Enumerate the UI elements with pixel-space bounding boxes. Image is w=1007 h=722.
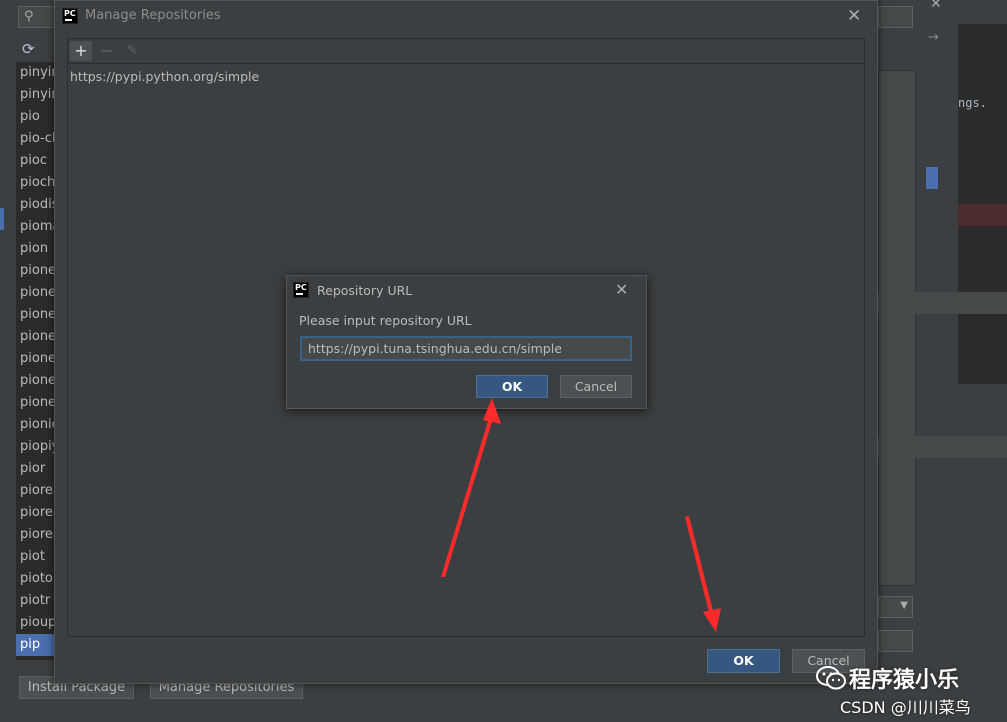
package-list-item[interactable]: piotr bbox=[16, 590, 56, 612]
package-list-item[interactable]: pioc bbox=[16, 150, 56, 172]
watermark: 程序猿小乐 CSDN @川川菜鸟 bbox=[816, 660, 1007, 722]
package-list-item[interactable]: pioup bbox=[16, 612, 56, 634]
watermark-author: CSDN @川川菜鸟 bbox=[840, 698, 971, 717]
package-list-item[interactable]: pionic bbox=[16, 414, 56, 436]
ok-button[interactable]: OK bbox=[707, 649, 780, 673]
chevron-down-icon: ▼ bbox=[900, 600, 908, 611]
package-list-item[interactable]: pip bbox=[16, 634, 56, 656]
options-field[interactable] bbox=[878, 630, 913, 652]
repository-url-dialog: PC Repository URL ✕ Please input reposit… bbox=[286, 275, 647, 409]
refresh-icon[interactable]: ⟳ bbox=[22, 40, 35, 58]
package-list[interactable]: pinyinpinyinpiopio-clpiocpiochrpiodispio… bbox=[16, 62, 56, 660]
error-highlight-line bbox=[958, 204, 1007, 226]
watermark-name: 程序猿小乐 bbox=[849, 668, 960, 693]
package-list-item[interactable]: piopiy bbox=[16, 436, 56, 458]
package-list-item[interactable]: piorea bbox=[16, 502, 56, 524]
package-list-item[interactable]: pione bbox=[16, 260, 56, 282]
panel-strip bbox=[878, 436, 1007, 458]
package-list-item[interactable]: piochr bbox=[16, 172, 56, 194]
pycharm-logo-icon: PC bbox=[62, 8, 78, 24]
package-list-item[interactable]: piorea bbox=[16, 524, 56, 546]
dialog-title: Repository URL bbox=[317, 283, 413, 298]
url-prompt-label: Please input repository URL bbox=[299, 313, 472, 328]
close-icon[interactable]: ✕ bbox=[930, 0, 942, 12]
selection-marker bbox=[926, 167, 938, 189]
cancel-button[interactable]: Cancel bbox=[560, 375, 632, 398]
package-details-panel bbox=[878, 70, 916, 586]
editor-text: ngs. bbox=[958, 96, 987, 110]
version-dropdown[interactable]: ▼ bbox=[878, 596, 913, 618]
pycharm-logo-icon: PC bbox=[293, 282, 309, 298]
arrow-right-icon: → bbox=[928, 30, 939, 45]
list-item[interactable]: https://pypi.python.org/simple bbox=[70, 69, 259, 84]
search-icon: ⚲ bbox=[24, 9, 34, 24]
pencil-icon[interactable]: ✎ bbox=[121, 41, 143, 61]
dialog-title: Manage Repositories bbox=[85, 8, 221, 23]
package-list-item[interactable]: pio bbox=[16, 106, 56, 128]
package-list-item[interactable]: pioton bbox=[16, 568, 56, 590]
close-icon[interactable]: ✕ bbox=[847, 6, 861, 26]
package-list-item[interactable]: pion bbox=[16, 238, 56, 260]
ok-button[interactable]: OK bbox=[476, 375, 548, 398]
package-list-item[interactable]: pione bbox=[16, 348, 56, 370]
package-list-item[interactable]: piot bbox=[16, 546, 56, 568]
package-list-item[interactable]: pione bbox=[16, 370, 56, 392]
close-icon[interactable]: ✕ bbox=[615, 280, 628, 299]
package-list-item[interactable]: pione bbox=[16, 304, 56, 326]
wechat-icon bbox=[816, 666, 846, 690]
repository-url-input[interactable] bbox=[300, 336, 632, 361]
package-list-item[interactable]: piorea bbox=[16, 480, 56, 502]
package-list-item[interactable]: pione bbox=[16, 326, 56, 348]
package-list-item[interactable]: pinyin bbox=[16, 84, 56, 106]
package-list-item[interactable]: pio-cl bbox=[16, 128, 56, 150]
dialog-titlebar: PC Manage Repositories ✕ bbox=[55, 1, 877, 33]
package-list-item[interactable]: pioma bbox=[16, 216, 56, 238]
package-list-item[interactable]: pinyin bbox=[16, 62, 56, 84]
remove-repository-button[interactable]: − bbox=[96, 41, 118, 61]
package-list-item[interactable]: pione bbox=[16, 282, 56, 304]
package-list-item[interactable]: pione bbox=[16, 392, 56, 414]
panel-strip bbox=[878, 292, 1007, 314]
package-list-item[interactable]: piodis bbox=[16, 194, 56, 216]
package-list-item[interactable]: pior bbox=[16, 458, 56, 480]
add-repository-button[interactable]: + bbox=[70, 41, 92, 61]
repository-toolbar: + − ✎ bbox=[67, 38, 865, 63]
right-search-field[interactable] bbox=[878, 6, 913, 28]
package-search-field[interactable]: ⚲ bbox=[18, 6, 58, 28]
left-selection-marker bbox=[0, 208, 4, 230]
